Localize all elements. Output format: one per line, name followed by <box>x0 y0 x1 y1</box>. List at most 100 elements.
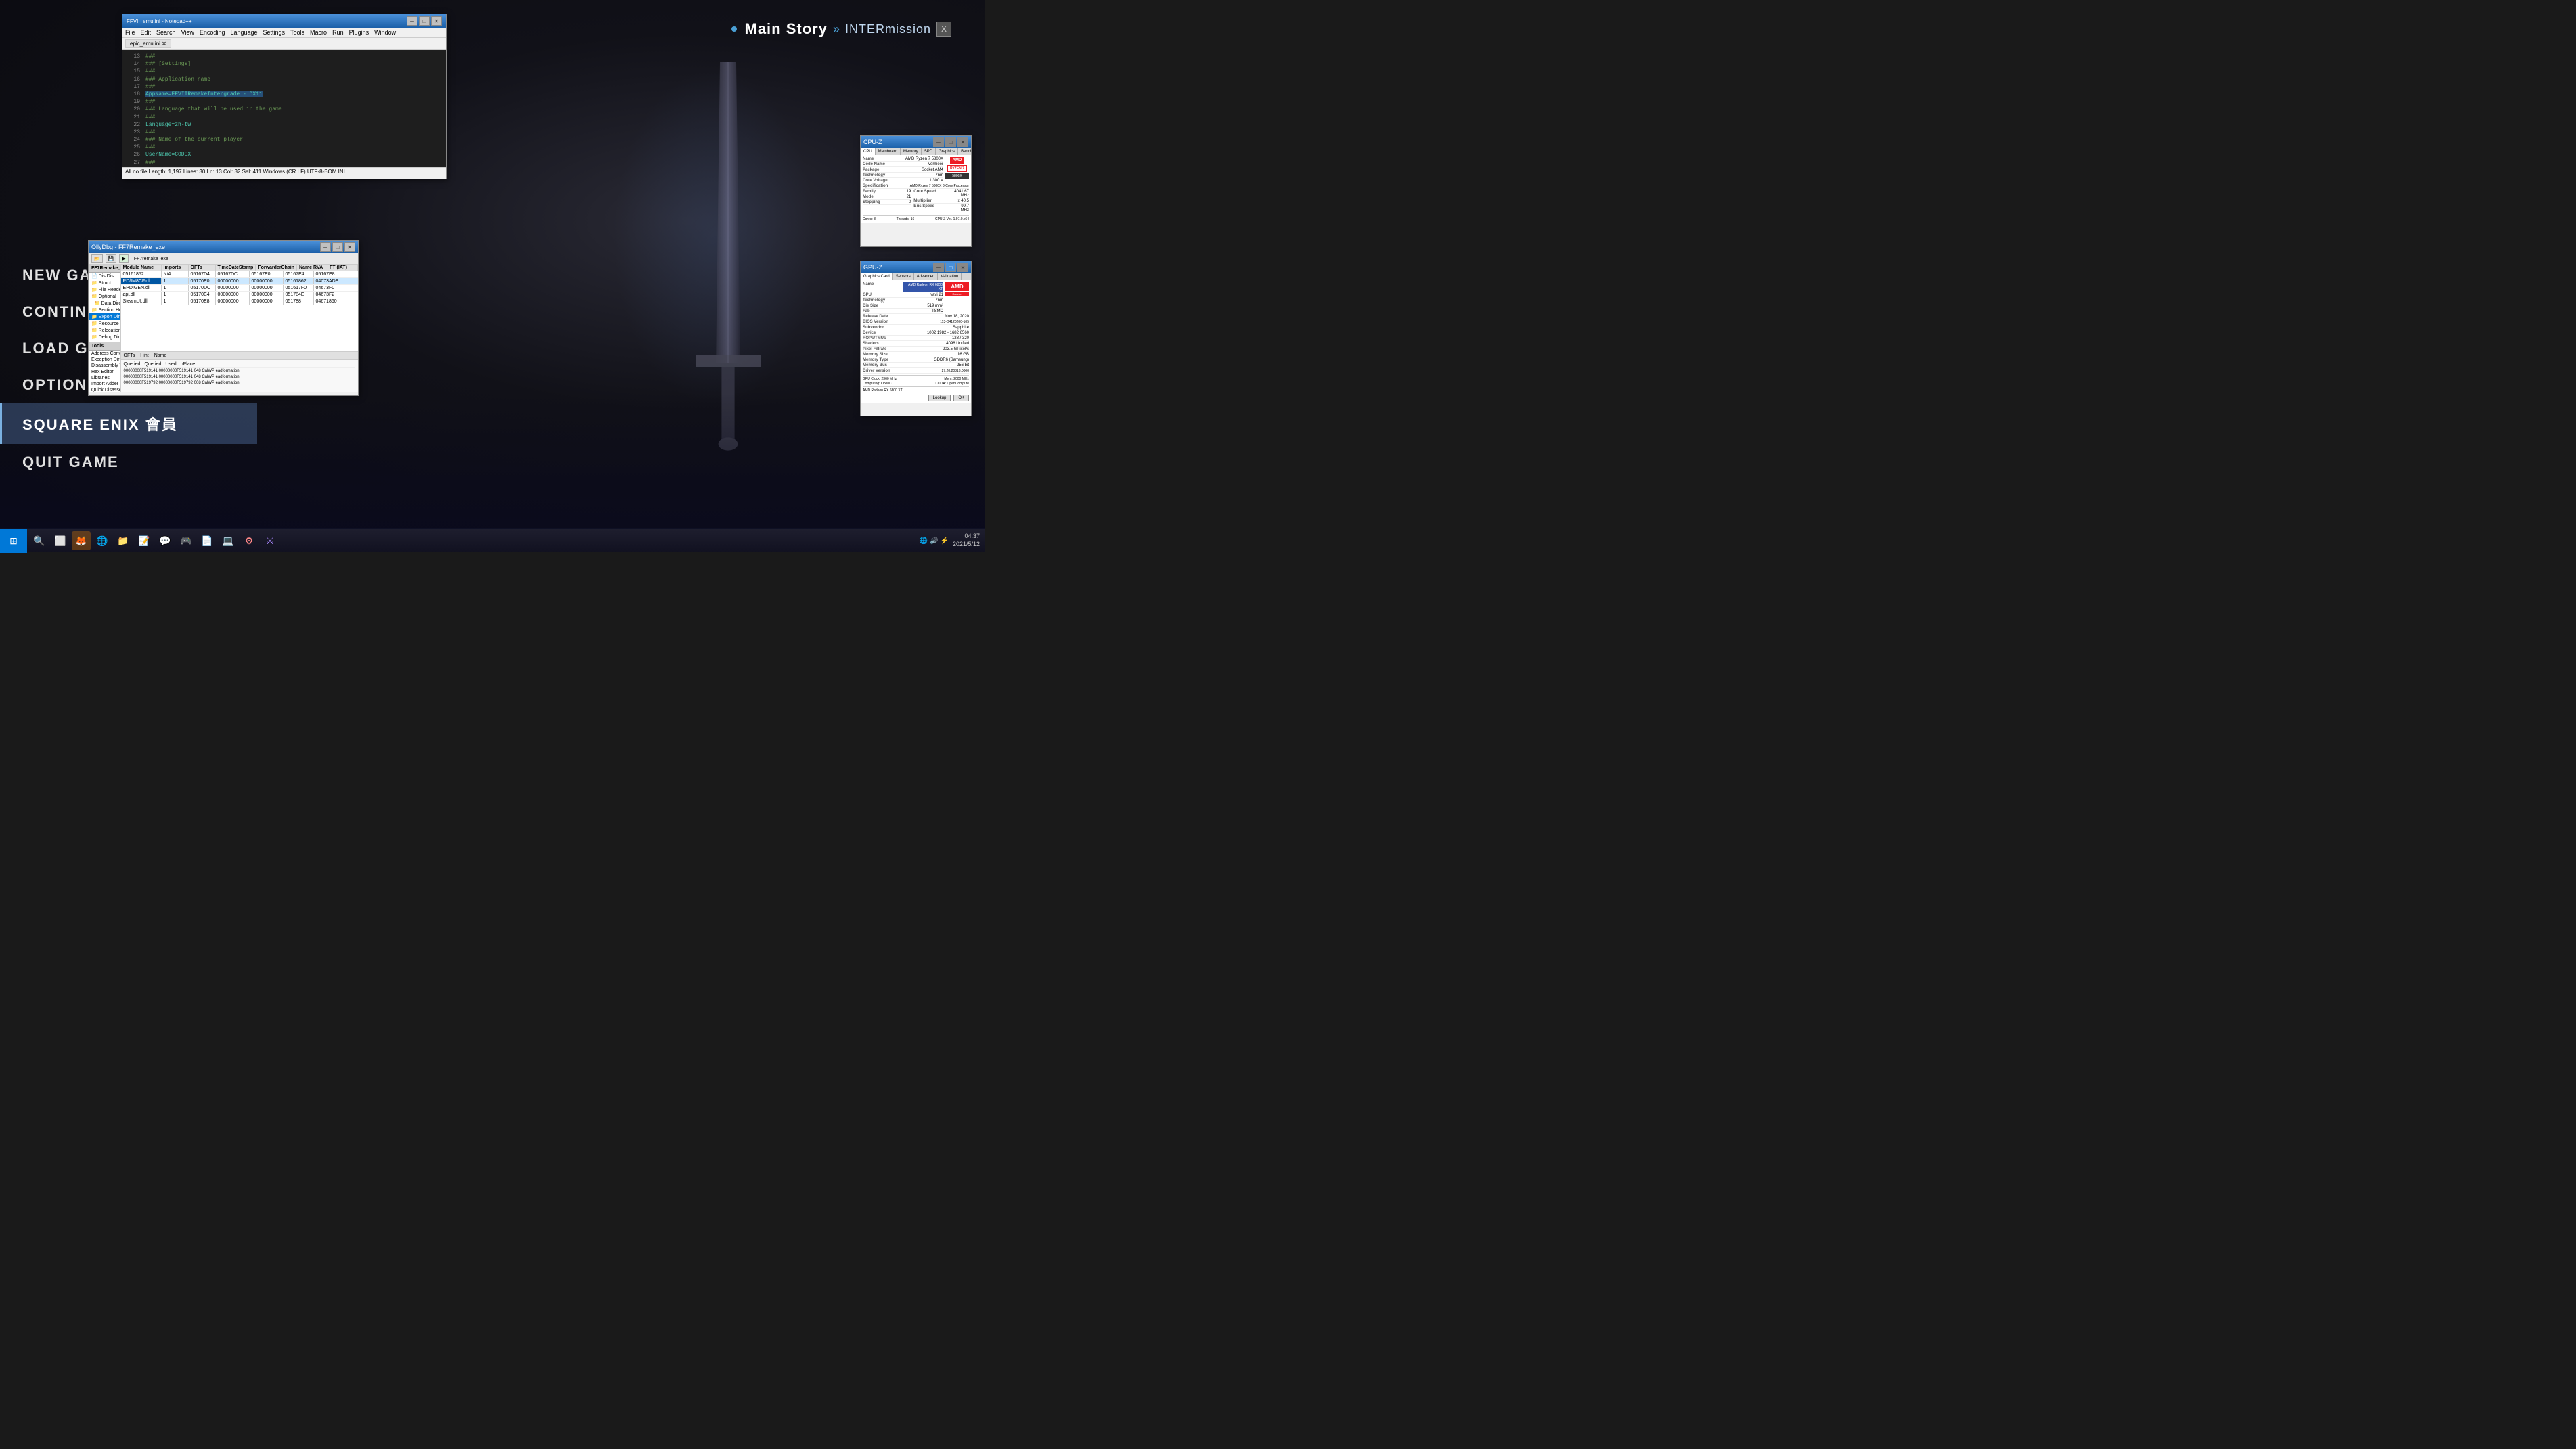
ce-save-btn[interactable]: 💾 <box>106 254 117 263</box>
ce-item-file-header[interactable]: 📁 File Header <box>89 286 120 293</box>
ce-item-disassembly-walker[interactable]: Disassembly Walker <box>89 363 120 369</box>
ce-item-quick-disassembler[interactable]: Quick Disassembler <box>89 387 120 392</box>
cpuz-volt-row: Core Voltage 1.300 V <box>863 179 943 183</box>
ce-open-btn[interactable]: 📂 <box>91 254 103 263</box>
cpuz-body: Name AMD Ryzen 7 5800X Code Name Vermeer… <box>861 155 971 223</box>
cpuz-tab-mainboard[interactable]: Mainboard <box>876 148 901 155</box>
ce-window[interactable]: OllyDbg - FF7Remake_exe ─ □ ✕ 📂 💾 ▶ FF7r… <box>88 240 359 396</box>
gpuz-buttons[interactable]: Lookup OK <box>863 395 969 401</box>
cpuz-tab-cpu[interactable]: CPU <box>861 148 876 155</box>
taskbar-icon-chrome[interactable]: 🌐 <box>93 531 112 550</box>
cpuz-code-row: Code Name Vermeer <box>863 162 943 167</box>
cpuz-tabs[interactable]: CPU Mainboard Memory SPD Graphics Bench … <box>861 148 971 155</box>
gpuz-lookup-btn[interactable]: Lookup <box>928 395 951 401</box>
story-close-button[interactable]: X <box>936 22 951 37</box>
gpuz-controls[interactable]: ─ □ ✕ <box>933 263 968 272</box>
taskbar-sys-icons: 🌐 🔊 ⚡ <box>920 537 949 545</box>
col-fwd: ForwarderChain <box>256 265 297 271</box>
ce-item-export-directory[interactable]: 📁 Export Directory <box>89 313 120 320</box>
story-dot <box>731 26 737 32</box>
ce-tools-title: Tools <box>89 342 120 351</box>
ce-minimize[interactable]: ─ <box>320 242 331 252</box>
ce-window-controls[interactable]: ─ □ ✕ <box>320 242 355 252</box>
cpuz-window[interactable]: CPU-Z ─ □ ✕ CPU Mainboard Memory SPD Gra… <box>860 135 972 247</box>
notepad-content: 13### 14### [Settings] 15### 16### Appli… <box>122 50 446 167</box>
cpuz-max[interactable]: □ <box>945 137 956 147</box>
menu-item-square-enix[interactable]: Square Enix 會員 <box>0 403 257 444</box>
taskbar-icon-cheat-engine[interactable]: ⚙ <box>240 531 258 550</box>
gpuz-max[interactable]: □ <box>945 263 956 272</box>
cpuz-tab-spd[interactable]: SPD <box>922 148 936 155</box>
ce-item-optional-header[interactable]: 📁 Optional Header <box>89 293 120 300</box>
ce-toolbar: 📂 💾 ▶ FF7remake_exe <box>89 253 358 265</box>
ce-titlebar: OllyDbg - FF7Remake_exe ─ □ ✕ <box>89 241 358 253</box>
gpuz-min[interactable]: ─ <box>933 263 944 272</box>
ce-run-btn[interactable]: ▶ <box>119 254 128 263</box>
ce-item-relocation-directory[interactable]: 📁 Relocation Directory <box>89 327 120 334</box>
gpuz-ok-btn[interactable]: OK <box>953 395 969 401</box>
cpuz-footer: Cores: 8 Threads: 16 CPU-Z Ver. 1.97.0.x… <box>863 215 969 221</box>
gpuz-tab-sensors[interactable]: Sensors <box>893 273 914 280</box>
taskbar-icon-steam[interactable]: 🎮 <box>177 531 196 550</box>
taskbar-icon-vscode[interactable]: 📝 <box>135 531 154 550</box>
cpuz-tab-bench[interactable]: Bench <box>958 148 971 155</box>
ce-item-exception-directory[interactable]: Exception Directory <box>89 357 120 363</box>
main-story-title: Main Story <box>745 20 828 38</box>
sys-icon-battery: ⚡ <box>941 537 949 545</box>
cpuz-min[interactable]: ─ <box>933 137 944 147</box>
taskbar-app-icons: 🔍 ⬜ 🦊 🌐 📁 📝 💬 🎮 📄 💻 ⚙ ⚔ <box>27 531 914 550</box>
gpuz-gpu-row: GPU Navi 21 <box>863 293 943 298</box>
ce-item-libraries[interactable]: Libraries <box>89 375 120 381</box>
ce-close[interactable]: ✕ <box>344 242 355 252</box>
taskbar-icon-explorer[interactable]: 📁 <box>114 531 133 550</box>
ce-table-header: Module Name Imports OFTs TimeDateStamp F… <box>121 265 358 271</box>
cpu-model-badge: 5800X <box>945 173 969 179</box>
taskbar-date-display: 2021/5/12 <box>953 541 980 549</box>
taskbar-icon-search[interactable]: 🔍 <box>30 531 49 550</box>
col-time: TimeDateStamp <box>216 265 256 271</box>
ce-item-dis-dis[interactable]: 📄 Dis Dis ... <box>89 273 120 280</box>
gpuz-tab-graphics[interactable]: Graphics Card <box>861 273 893 280</box>
cpuz-tab-memory[interactable]: Memory <box>901 148 922 155</box>
gpuz-window[interactable]: GPU-Z ─ □ ✕ Graphics Card Sensors Advanc… <box>860 261 972 416</box>
col-ft: FT (IAT) <box>327 265 358 271</box>
menu-item-quit-game[interactable]: QUIT GAME <box>0 444 257 481</box>
taskbar-icon-cpu-z[interactable]: 💻 <box>219 531 238 550</box>
ce-item-section-headers[interactable]: 📁 Section Headers (d) <box>89 307 120 313</box>
story-chevron: » <box>833 22 840 37</box>
close-button[interactable]: ✕ <box>431 16 442 26</box>
ce-item-resource-directory[interactable]: 📁 Resource Directory <box>89 320 120 327</box>
cpuz-close[interactable]: ✕ <box>957 137 968 147</box>
cpuz-tab-graphics[interactable]: Graphics <box>936 148 958 155</box>
ce-filename: FF7remake_exe <box>134 257 168 261</box>
gpuz-close[interactable]: ✕ <box>957 263 968 272</box>
ce-item-data-directories[interactable]: 📁 Data Directories (d) <box>89 300 120 307</box>
taskbar-icon-ff7[interactable]: ⚔ <box>261 531 279 550</box>
ce-item-address-converter[interactable]: Address Converter <box>89 351 120 357</box>
taskbar-icon-discord[interactable]: 💬 <box>156 531 175 550</box>
cpuz-title-text: CPU-Z <box>863 139 882 146</box>
ce-title: OllyDbg - FF7Remake_exe <box>91 244 165 250</box>
ce-item-debug-directory[interactable]: 📁 Debug Directory <box>89 334 120 340</box>
gpuz-tab-advanced[interactable]: Advanced <box>914 273 939 280</box>
ce-maximize[interactable]: □ <box>332 242 343 252</box>
maximize-button[interactable]: □ <box>419 16 430 26</box>
taskbar-icon-firefox[interactable]: 🦊 <box>72 531 91 550</box>
gpuz-tabs[interactable]: Graphics Card Sensors Advanced Validatio… <box>861 273 971 280</box>
taskbar-icon-task-view[interactable]: ⬜ <box>51 531 70 550</box>
file-tab[interactable]: epic_emu.ini ✕ <box>125 39 171 48</box>
sys-icon-network: 🌐 <box>920 537 928 545</box>
notepad-window[interactable]: FFVII_emu.ini - Notepad++ ─ □ ✕ File Edi… <box>122 14 447 179</box>
amd-badge: AMD <box>950 157 965 164</box>
minimize-button[interactable]: ─ <box>407 16 417 26</box>
ce-item-struct[interactable]: 📁 Struct <box>89 280 120 286</box>
story-subtitle: INTERmission <box>845 22 931 37</box>
window-controls[interactable]: ─ □ ✕ <box>407 16 442 26</box>
ce-item-hex-editor[interactable]: Hex Editor <box>89 369 120 375</box>
col-name: Name RVA <box>297 265 327 271</box>
ce-item-import-adder[interactable]: Import Adder <box>89 381 120 387</box>
taskbar-start-button[interactable]: ⊞ <box>0 529 27 553</box>
gpuz-tab-validation[interactable]: Validation <box>938 273 962 280</box>
cpuz-controls[interactable]: ─ □ ✕ <box>933 137 968 147</box>
taskbar-icon-notepad[interactable]: 📄 <box>198 531 217 550</box>
